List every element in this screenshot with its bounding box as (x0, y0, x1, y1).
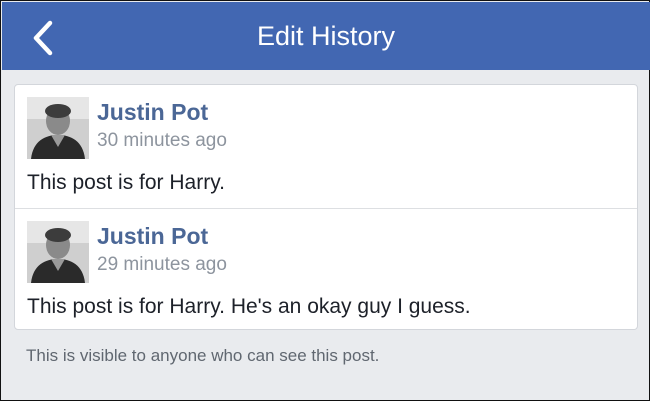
edit-history-entry: Justin Pot 30 minutes ago This post is f… (15, 85, 637, 208)
navigation-bar: Edit History (2, 2, 650, 70)
author-name[interactable]: Justin Pot (97, 223, 208, 250)
post-text: This post is for Harry. (27, 171, 225, 194)
visibility-note: This is visible to anyone who can see th… (26, 346, 380, 365)
app-frame: Edit History Justin Pot 30 minutes ago T… (0, 0, 650, 401)
avatar-photo (27, 97, 89, 159)
avatar[interactable] (27, 97, 89, 159)
edit-history-entry: Justin Pot 29 minutes ago This post is f… (15, 208, 637, 331)
avatar-photo (27, 221, 89, 283)
page-title: Edit History (256, 21, 396, 51)
edit-history-card: Justin Pot 30 minutes ago This post is f… (14, 84, 638, 330)
author-name[interactable]: Justin Pot (97, 99, 208, 126)
edit-timestamp: 29 minutes ago (97, 254, 227, 275)
avatar[interactable] (27, 221, 89, 283)
edit-timestamp: 30 minutes ago (97, 130, 227, 151)
post-text: This post is for Harry. He's an okay guy… (27, 295, 471, 318)
